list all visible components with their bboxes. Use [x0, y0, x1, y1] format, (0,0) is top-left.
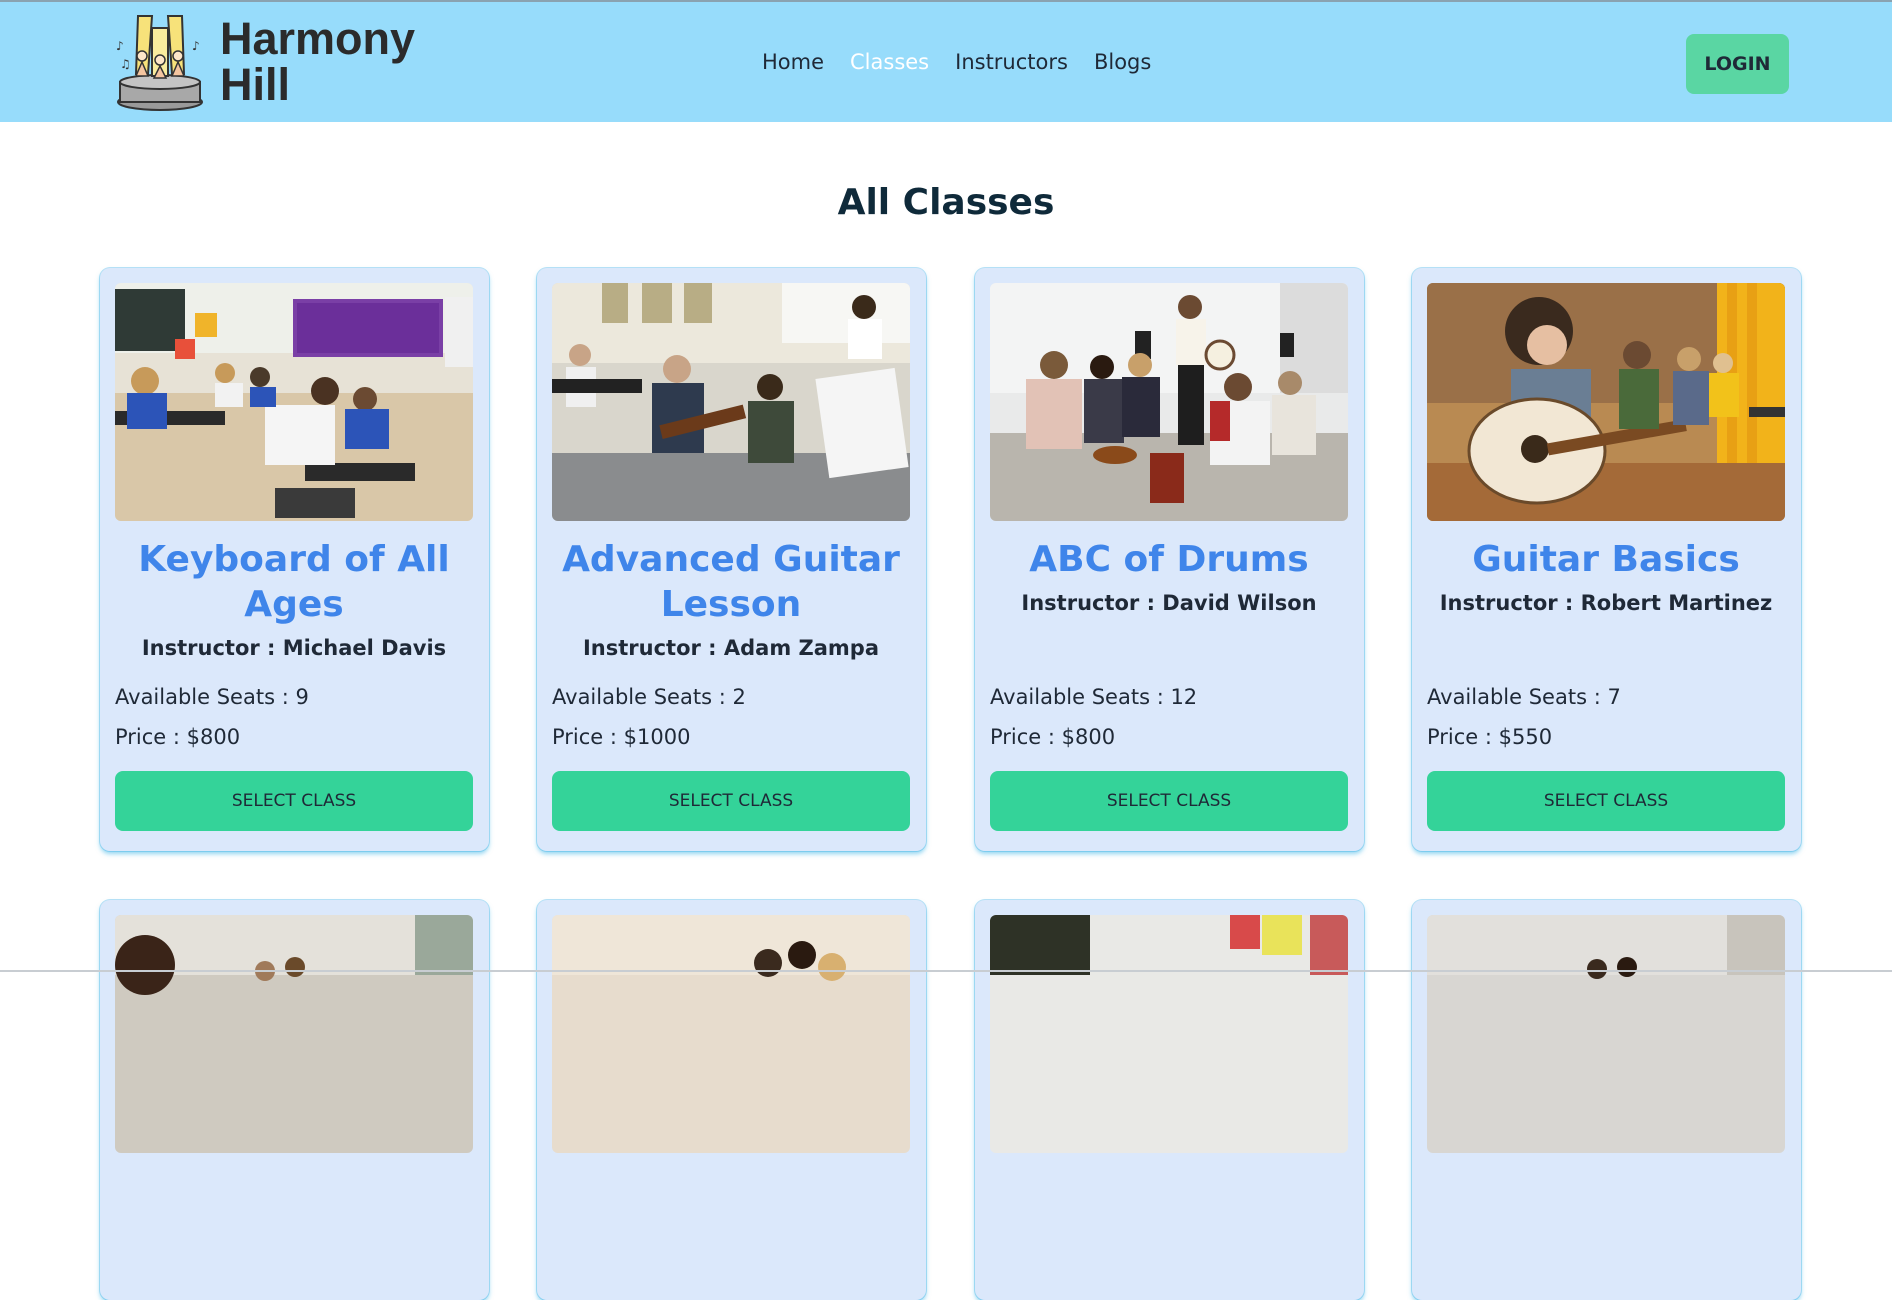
- svg-text:♫: ♫: [120, 57, 131, 71]
- class-title: Keyboard of All Ages: [138, 539, 450, 625]
- class-card: [100, 900, 489, 1300]
- class-card: Guitar Basics Instructor : Robert Martin…: [1412, 268, 1801, 851]
- class-price: Price : $1000: [552, 725, 691, 749]
- class-photo-icon: [552, 915, 910, 1153]
- navbar: ♪ ♫ ♪ Harmony Hill Home Classes Instruct…: [0, 0, 1892, 122]
- class-instructor: Instructor : David Wilson: [1021, 591, 1317, 615]
- drum-circle-photo-icon: [990, 283, 1348, 521]
- nav-link-blogs[interactable]: Blogs: [1094, 50, 1151, 74]
- class-image: [1427, 915, 1785, 1153]
- class-image: [115, 283, 473, 521]
- class-price: Price : $800: [115, 725, 241, 749]
- class-title: Advanced Guitar Lesson: [562, 539, 900, 625]
- svg-text:♪: ♪: [192, 39, 200, 53]
- class-card: [975, 900, 1364, 1300]
- class-image: [1427, 283, 1785, 521]
- keyboard-classroom-photo-icon: [115, 283, 473, 521]
- select-class-button[interactable]: SELECT CLASS: [552, 771, 910, 831]
- svg-text:♪: ♪: [116, 39, 124, 53]
- class-instructor: Instructor : Robert Martinez: [1439, 591, 1773, 615]
- brand[interactable]: ♪ ♫ ♪ Harmony Hill: [112, 10, 415, 114]
- class-instructor: Instructor : Adam Zampa: [582, 636, 880, 660]
- class-card: [537, 900, 926, 1300]
- class-image: [552, 915, 910, 1153]
- class-seats: Available Seats : 2: [552, 685, 746, 709]
- divider: [0, 970, 1892, 972]
- class-title: Guitar Basics: [1472, 539, 1740, 580]
- brand-name-line1: Harmony: [220, 13, 416, 64]
- class-title: ABC of Drums: [1029, 539, 1309, 580]
- class-image: [990, 915, 1348, 1153]
- singers-stage-logo-icon: ♪ ♫ ♪: [116, 15, 203, 111]
- nav-link-instructors[interactable]: Instructors: [955, 50, 1068, 74]
- page-title: All Classes: [837, 182, 1055, 223]
- class-seats: Available Seats : 9: [115, 685, 309, 709]
- select-class-button[interactable]: SELECT CLASS: [115, 771, 473, 831]
- class-image: [115, 915, 473, 1153]
- class-seats: Available Seats : 7: [1427, 685, 1621, 709]
- class-photo-icon: [990, 915, 1348, 1153]
- login-button[interactable]: LOGIN: [1686, 34, 1789, 94]
- class-photo-icon: [1427, 915, 1785, 1153]
- nav-link-classes[interactable]: Classes: [850, 50, 929, 74]
- brand-name-line2: Hill: [220, 59, 291, 110]
- class-image: [990, 283, 1348, 521]
- class-price: Price : $550: [1427, 725, 1553, 749]
- class-seats: Available Seats : 12: [990, 685, 1198, 709]
- select-class-button[interactable]: SELECT CLASS: [990, 771, 1348, 831]
- main-nav: Home Classes Instructors Blogs: [762, 50, 1177, 74]
- select-class-button[interactable]: SELECT CLASS: [1427, 771, 1785, 831]
- class-card: [1412, 900, 1801, 1300]
- nav-link-home[interactable]: Home: [762, 50, 824, 74]
- class-image: [552, 283, 910, 521]
- class-card: Advanced Guitar Lesson Instructor : Adam…: [537, 268, 926, 851]
- class-card: Keyboard of All Ages Instructor : Michae…: [100, 268, 489, 851]
- class-card: ABC of Drums Instructor : David Wilson A…: [975, 268, 1364, 851]
- class-photo-icon: [115, 915, 473, 1153]
- class-price: Price : $800: [990, 725, 1116, 749]
- guitar-basics-photo-icon: [1427, 283, 1785, 521]
- brand-name: Harmony Hill: [220, 16, 415, 108]
- class-instructor: Instructor : Michael Davis: [141, 636, 447, 660]
- guitar-lesson-photo-icon: [552, 283, 910, 521]
